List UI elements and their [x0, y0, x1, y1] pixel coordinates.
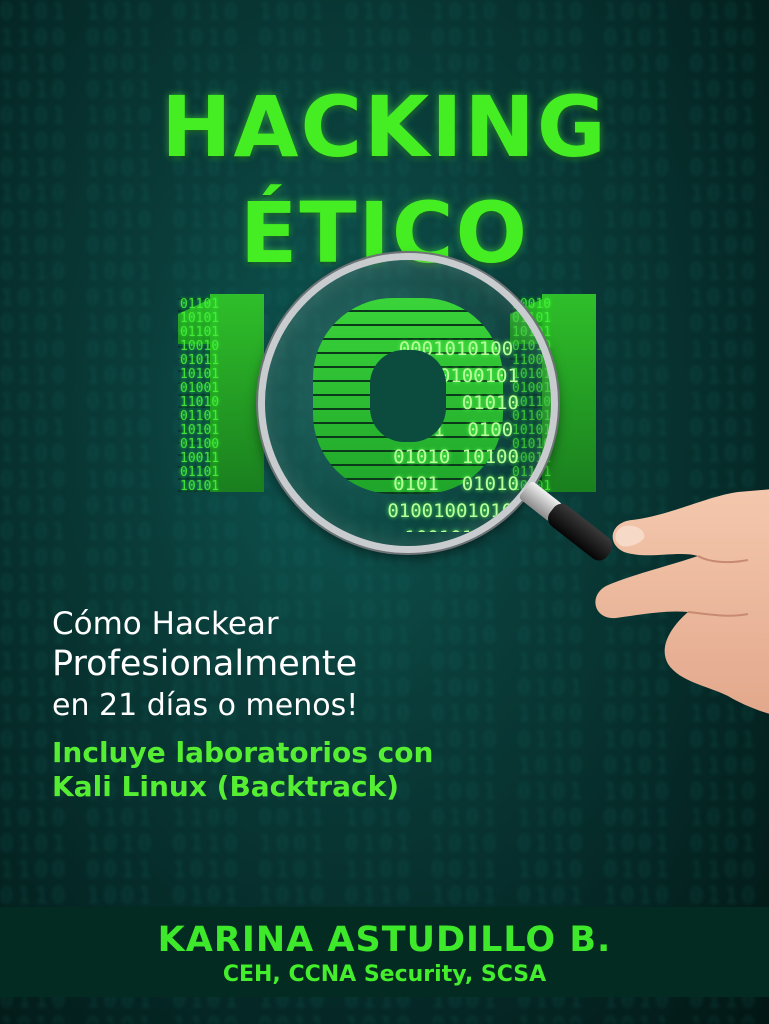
- magnifying-glass-icon: 0001010100 01100100101 0101 01010 0101 0…: [258, 253, 558, 553]
- number-digit-0: 0001010100 01100100101 0101 01010 0101 0…: [313, 298, 525, 532]
- subtitle-line-1: Cómo Hackear: [52, 606, 279, 642]
- hand-illustration: [595, 489, 769, 714]
- book-cover: 0101 1010 0110 1001 0101 1010 0110 1001 …: [0, 0, 769, 1024]
- labs-note-line-2: Kali Linux (Backtrack): [52, 770, 400, 803]
- author-name: KARINA ASTUDILLO B.: [157, 920, 612, 960]
- title-line-1: HACKING: [161, 78, 608, 176]
- author-credentials: CEH, CCNA Security, SCSA: [222, 962, 547, 987]
- subtitle-line-2: Profesionalmente: [52, 644, 358, 684]
- number-digit-1-left: 01101 10101 01101 10010 01011 10101 0100…: [178, 294, 264, 492]
- subtitle-line-3: en 21 días o menos!: [52, 688, 359, 723]
- labs-note-line-1: Incluye laboratorios con: [52, 736, 434, 769]
